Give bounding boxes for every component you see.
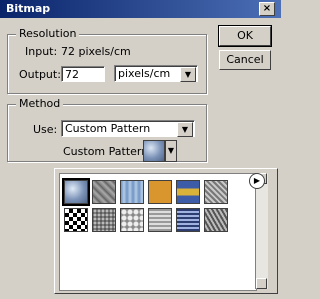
pattern-picker: ▶ bbox=[54, 168, 278, 294]
method-select-value: Custom Pattern bbox=[65, 122, 151, 135]
custom-pattern-swatch[interactable] bbox=[143, 140, 165, 162]
use-label: Use: bbox=[33, 123, 58, 136]
output-units-value: pixels/cm bbox=[118, 67, 171, 80]
output-field[interactable]: 72 bbox=[61, 66, 105, 82]
pattern-swatch[interactable] bbox=[92, 208, 116, 232]
pattern-swatch[interactable] bbox=[176, 208, 200, 232]
output-units-select[interactable]: pixels/cm ▼ bbox=[114, 65, 198, 82]
title-bar[interactable]: Bitmap × bbox=[0, 0, 281, 18]
ok-button-label: OK bbox=[237, 29, 253, 42]
pattern-swatch[interactable] bbox=[176, 180, 200, 204]
pattern-picker-toggle[interactable]: ▼ bbox=[165, 140, 177, 162]
method-group-label: Method bbox=[16, 97, 64, 110]
cancel-button-label: Cancel bbox=[226, 53, 264, 66]
pattern-scrollbar[interactable] bbox=[255, 173, 268, 289]
chevron-down-icon: ▼ bbox=[167, 146, 175, 155]
cancel-button[interactable]: Cancel bbox=[219, 50, 271, 70]
close-button[interactable]: × bbox=[259, 2, 275, 16]
pattern-swatch[interactable] bbox=[204, 180, 228, 204]
pattern-swatch[interactable] bbox=[120, 208, 144, 232]
window-title: Bitmap bbox=[6, 2, 51, 15]
custom-pattern-label: Custom Pattern bbox=[63, 145, 149, 158]
resolution-group: Resolution bbox=[7, 27, 207, 94]
pattern-swatch[interactable] bbox=[92, 180, 116, 204]
input-value: 72 pixels/cm bbox=[61, 45, 131, 58]
output-field-value: 72 bbox=[65, 68, 79, 81]
pattern-swatch[interactable] bbox=[64, 208, 88, 232]
pattern-swatch[interactable] bbox=[62, 178, 90, 206]
chevron-down-icon[interactable]: ▼ bbox=[177, 122, 193, 137]
pattern-swatch[interactable] bbox=[148, 208, 172, 232]
pattern-swatch[interactable] bbox=[148, 180, 172, 204]
scroll-down-button[interactable] bbox=[256, 278, 267, 289]
ok-button[interactable]: OK bbox=[218, 25, 272, 47]
chevron-down-icon[interactable]: ▼ bbox=[180, 67, 196, 82]
close-icon: × bbox=[262, 3, 272, 14]
method-select[interactable]: Custom Pattern ▼ bbox=[61, 120, 195, 137]
pattern-grid bbox=[59, 173, 257, 291]
pattern-swatch[interactable] bbox=[204, 208, 228, 232]
pattern-menu-button[interactable]: ▶ bbox=[249, 173, 265, 189]
pattern-swatch[interactable] bbox=[120, 180, 144, 204]
output-label: Output: bbox=[19, 68, 61, 81]
flyout-arrow-icon: ▶ bbox=[253, 176, 261, 185]
resolution-group-label: Resolution bbox=[16, 27, 80, 40]
input-label: Input: bbox=[25, 45, 58, 58]
